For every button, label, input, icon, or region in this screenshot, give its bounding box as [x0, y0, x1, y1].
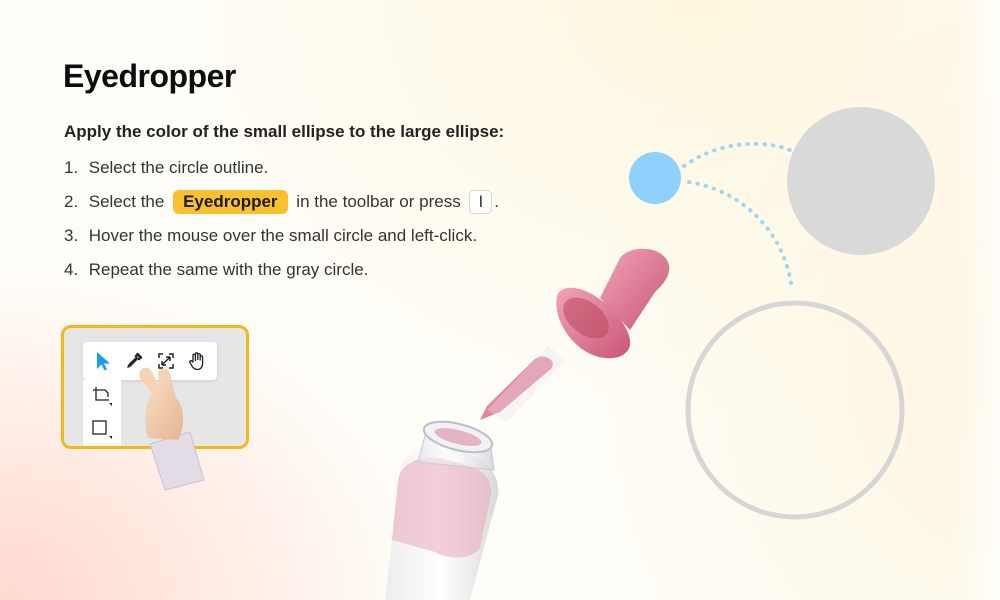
toolbar-demo	[61, 325, 249, 449]
square-icon	[92, 420, 112, 439]
step-1: 1. Select the circle outline.	[64, 154, 624, 188]
dotted-path-top	[682, 141, 792, 168]
rectangle-tool[interactable]	[91, 418, 113, 440]
hand-icon	[189, 352, 204, 371]
step-text: Select the	[88, 192, 165, 211]
expand-arrows-icon	[158, 353, 174, 369]
small-blue-circle	[629, 152, 681, 204]
page-title: Eyedropper	[63, 58, 236, 94]
bottle	[385, 420, 499, 600]
outline-circle	[685, 300, 905, 520]
step-text: Repeat the same with the gray circle.	[88, 260, 369, 279]
frame-tool[interactable]	[91, 385, 113, 407]
dotted-path-down	[687, 180, 794, 292]
step-4: 4. Repeat the same with the gray circle.	[64, 256, 624, 290]
frame-crop-icon	[93, 387, 112, 406]
eyedropper-icon	[127, 352, 143, 368]
pointer-arrow-icon	[96, 352, 110, 371]
step-text: Hover the mouse over the small circle an…	[88, 226, 478, 245]
instructions-heading: Apply the color of the small ellipse to …	[64, 122, 505, 141]
select-tool[interactable]	[90, 348, 116, 374]
hand-tool[interactable]	[184, 348, 210, 374]
step-text: Select the circle outline.	[88, 158, 269, 177]
background-edge	[954, 0, 1000, 600]
toolbar	[83, 342, 217, 380]
step-2: 2. Select the Eyedropper in the toolbar …	[64, 188, 624, 222]
steps-list: 1. Select the circle outline. 2. Select …	[64, 154, 624, 290]
step-number: 2.	[64, 192, 79, 211]
step-number: 4.	[64, 260, 79, 279]
step-punctuation: .	[494, 192, 499, 211]
gray-circle	[787, 107, 935, 255]
instructions: Apply the color of the small ellipse to …	[64, 122, 624, 290]
side-toolbar	[83, 380, 121, 446]
resize-tool[interactable]	[153, 348, 179, 374]
step-text-continued: in the toolbar or press	[296, 192, 461, 211]
step-number: 1.	[64, 158, 79, 177]
eyedropper-tag: Eyedropper	[173, 190, 288, 214]
eyedropper-tool[interactable]	[121, 348, 147, 374]
step-3: 3. Hover the mouse over the small circle…	[64, 222, 624, 256]
step-number: 3.	[64, 226, 79, 245]
shortcut-key: I	[469, 190, 493, 214]
